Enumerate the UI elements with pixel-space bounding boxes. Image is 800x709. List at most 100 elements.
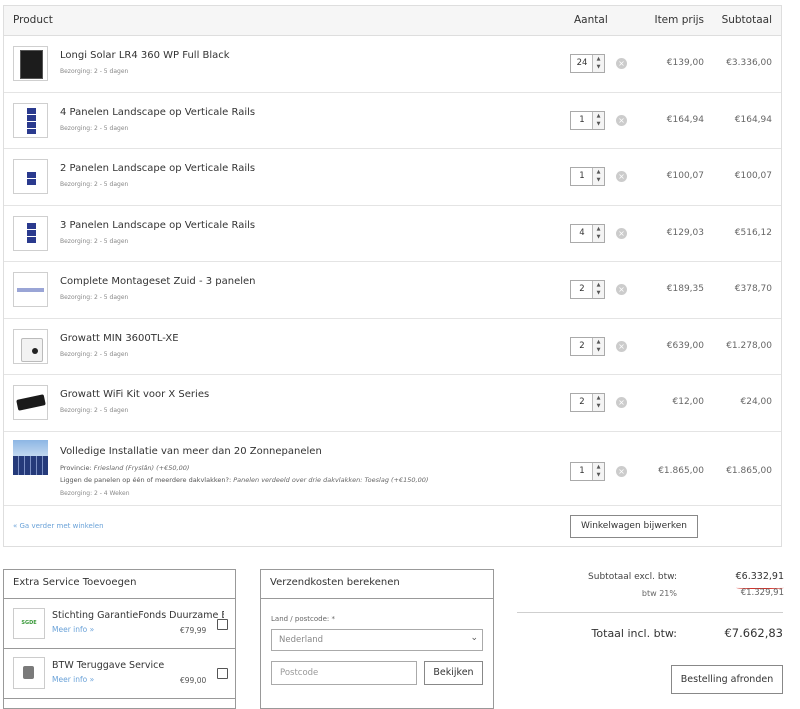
product-thumbnail[interactable]: [13, 216, 48, 251]
check-shipping-button[interactable]: Bekijken: [424, 661, 483, 685]
extra-service-title: Extra Service Toevoegen: [4, 570, 235, 599]
service-price: €79,99: [180, 626, 207, 635]
delivery-time: Bezorging: 2 - 5 dagen: [60, 68, 129, 75]
cart-totals: Subtotaal excl. btw: €6.332,91 btw 21% €…: [517, 562, 784, 703]
more-info-link[interactable]: Meer info »: [52, 675, 94, 684]
update-cart-button[interactable]: Winkelwagen bijwerken: [570, 515, 698, 538]
table-row: Complete Montageset Zuid - 3 panelen Bez…: [4, 261, 781, 319]
delivery-time: Bezorging: 2 - 5 dagen: [60, 407, 129, 414]
cart-table: Product Aantal Item prijs Subtotaal Long…: [3, 5, 782, 547]
country-select[interactable]: Nederland ⌄: [271, 629, 483, 651]
list-item: SGDE Stichting GarantieFonds Duurzame En…: [4, 599, 235, 649]
shipping-title: Verzendkosten berekenen: [261, 570, 493, 599]
option-province: Provincie: Friesland (Fryslân) (+€50,00): [60, 464, 190, 472]
product-name[interactable]: Volledige Installatie van meer dan 20 Zo…: [60, 446, 322, 457]
product-thumbnail[interactable]: [13, 159, 48, 194]
remove-icon[interactable]: ×: [616, 284, 627, 295]
line-subtotal: €516,12: [734, 228, 772, 238]
delivery-time: Bezorging: 2 - 5 dagen: [60, 294, 129, 301]
remove-icon[interactable]: ×: [616, 171, 627, 182]
country-label: Land / postcode: *: [271, 615, 335, 623]
continue-shopping-link[interactable]: « Ga verder met winkelen: [13, 522, 104, 530]
line-subtotal: €24,00: [740, 397, 773, 407]
delivery-time: Bezorging: 2 - 5 dagen: [60, 125, 129, 132]
remove-icon[interactable]: ×: [616, 115, 627, 126]
remove-icon[interactable]: ×: [616, 341, 627, 352]
line-subtotal: €164,94: [734, 115, 772, 125]
chevron-down-icon: ⌄: [470, 633, 478, 643]
item-price: €12,00: [672, 397, 705, 407]
item-price: €639,00: [666, 341, 704, 351]
remove-icon[interactable]: ×: [616, 58, 627, 69]
product-name[interactable]: Growatt WiFi Kit voor X Series: [60, 389, 209, 400]
quantity-stepper[interactable]: 1 ▲ ▼: [570, 111, 605, 130]
quantity-stepper[interactable]: 1 ▲ ▼: [570, 462, 605, 481]
table-row: Longi Solar LR4 360 WP Full Black Bezorg…: [4, 35, 781, 93]
item-price: €164,94: [666, 115, 704, 125]
item-price: €129,03: [666, 228, 704, 238]
item-price: €100,07: [666, 171, 704, 181]
quantity-stepper[interactable]: 4 ▲ ▼: [570, 224, 605, 243]
header-quantity: Aantal: [574, 14, 608, 26]
item-price: €1.865,00: [658, 466, 704, 476]
service-price: €99,00: [180, 676, 207, 685]
remove-icon[interactable]: ×: [616, 228, 627, 239]
delivery-time: Bezorging: 2 - 5 dagen: [60, 351, 129, 358]
item-price: €139,00: [666, 58, 704, 68]
service-name: Stichting GarantieFonds Duurzame Energie: [52, 610, 224, 621]
product-thumbnail[interactable]: [13, 385, 48, 420]
table-row: Growatt MIN 3600TL-XE Bezorging: 2 - 5 d…: [4, 318, 781, 375]
product-thumbnail[interactable]: [13, 440, 48, 475]
header-product: Product: [13, 14, 53, 26]
btw-service-icon: [13, 657, 45, 689]
more-info-link[interactable]: Meer info »: [52, 625, 94, 634]
product-thumbnail[interactable]: [13, 272, 48, 307]
table-row: 3 Panelen Landscape op Verticale Rails B…: [4, 205, 781, 262]
line-subtotal: €3.336,00: [726, 58, 772, 68]
quantity-stepper[interactable]: 2 ▲ ▼: [570, 393, 605, 412]
product-name[interactable]: 2 Panelen Landscape op Verticale Rails: [60, 163, 255, 174]
product-name[interactable]: 4 Panelen Landscape op Verticale Rails: [60, 107, 255, 118]
delivery-time: Bezorging: 2 - 5 dagen: [60, 181, 129, 188]
product-name[interactable]: Longi Solar LR4 360 WP Full Black: [60, 50, 230, 61]
quantity-stepper[interactable]: 1 ▲ ▼: [570, 167, 605, 186]
line-subtotal: €1.865,00: [726, 466, 772, 476]
product-name[interactable]: 3 Panelen Landscape op Verticale Rails: [60, 220, 255, 231]
option-roof: Liggen de panelen op één of meerdere dak…: [60, 476, 429, 484]
quantity-stepper[interactable]: 2 ▲ ▼: [570, 337, 605, 356]
quantity-stepper[interactable]: 2 ▲ ▼: [570, 280, 605, 299]
total-label: Totaal incl. btw:: [591, 627, 677, 640]
cart-header: Product Aantal Item prijs Subtotaal: [4, 6, 781, 36]
remove-icon[interactable]: ×: [616, 397, 627, 408]
line-subtotal: €1.278,00: [726, 341, 772, 351]
remove-icon[interactable]: ×: [616, 466, 627, 477]
quantity-stepper[interactable]: 24 ▲ ▼: [570, 54, 605, 73]
postcode-input[interactable]: Postcode: [271, 661, 417, 685]
line-subtotal: €100,07: [734, 171, 772, 181]
checkout-button[interactable]: Bestelling afronden: [671, 665, 783, 694]
item-price: €189,35: [666, 284, 704, 294]
divider: [517, 612, 783, 613]
total-value: €7.662,83: [724, 626, 783, 640]
service-checkbox[interactable]: [217, 619, 228, 630]
list-item: BTW Teruggave Service Meer info » €99,00: [4, 648, 235, 699]
table-row: Volledige Installatie van meer dan 20 Zo…: [4, 431, 781, 506]
delivery-time: Bezorging: 2 - 5 dagen: [60, 238, 129, 245]
product-name[interactable]: Complete Montageset Zuid - 3 panelen: [60, 276, 256, 287]
shipping-calculator: Verzendkosten berekenen Land / postcode:…: [260, 569, 494, 709]
service-checkbox[interactable]: [217, 668, 228, 679]
line-subtotal: €378,70: [734, 284, 772, 294]
table-row: Growatt WiFi Kit voor X Series Bezorging…: [4, 374, 781, 432]
delivery-time: Bezorging: 2 - 4 Weken: [60, 490, 130, 497]
table-row: 2 Panelen Landscape op Verticale Rails B…: [4, 148, 781, 206]
product-thumbnail[interactable]: [13, 103, 48, 138]
vat-label: btw 21%: [641, 589, 677, 598]
product-thumbnail[interactable]: [13, 46, 48, 81]
subtotal-label: Subtotaal excl. btw:: [588, 572, 677, 582]
extra-service-panel: Extra Service Toevoegen SGDE Stichting G…: [3, 569, 236, 709]
vat-value: €1.329,91: [740, 588, 784, 598]
sgde-logo-icon: SGDE: [13, 608, 45, 639]
product-name[interactable]: Growatt MIN 3600TL-XE: [60, 333, 179, 344]
subtotal-value: €6.332,91: [735, 571, 784, 582]
product-thumbnail[interactable]: [13, 329, 48, 364]
